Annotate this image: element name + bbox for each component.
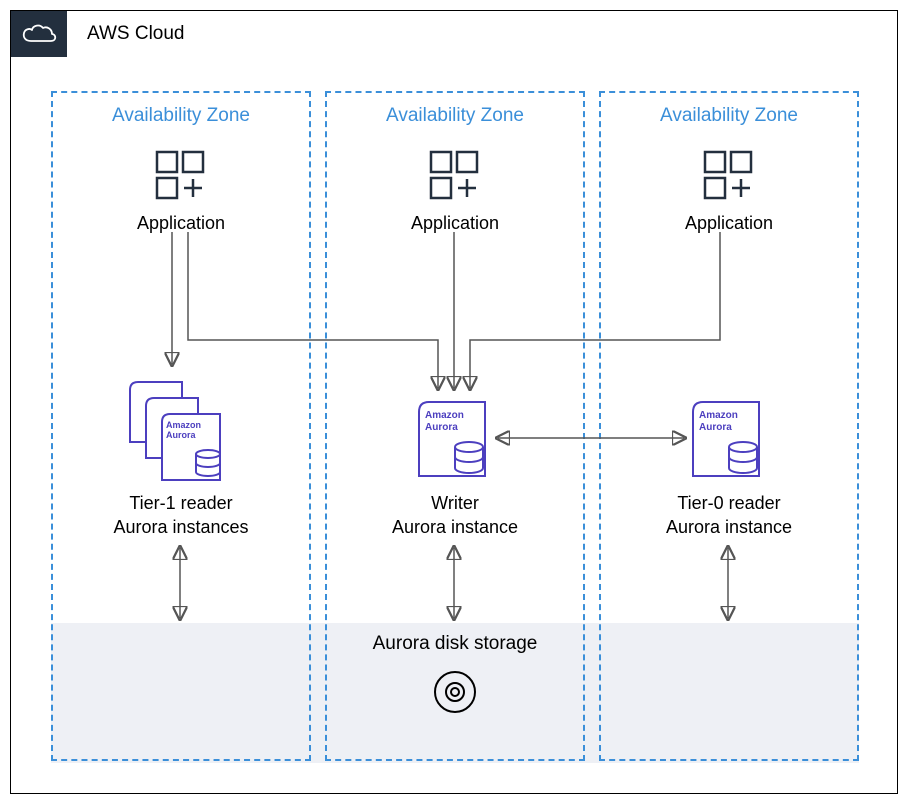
application-label: Application [601,213,857,234]
aurora-label-line2: Aurora instance [392,517,518,537]
az-title: Availability Zone [601,105,857,127]
application-icon [428,149,482,208]
aurora-label-line1: Writer [431,493,479,513]
aurora-label-line2: Aurora instances [113,517,248,537]
svg-text:Aurora: Aurora [699,422,732,433]
aurora-label-line1: Tier-0 reader [677,493,780,513]
aurora-label: Tier-0 reader Aurora instance [601,491,857,540]
svg-text:Aurora: Aurora [425,422,458,433]
aurora-label-line1: Tier-1 reader [129,493,232,513]
aurora-instance-single: Amazon Aurora [689,398,769,489]
aurora-label-line2: Aurora instance [666,517,792,537]
aurora-instance-single: Amazon Aurora [415,398,495,489]
availability-zone-3: Availability Zone Application Amazon Aur… [599,91,859,761]
diagram-canvas: AWS Cloud Aurora disk storage Availabili… [0,0,908,804]
application-label: Application [327,213,583,234]
aws-cloud-badge [11,11,67,57]
aws-cloud-frame: AWS Cloud Aurora disk storage Availabili… [10,10,898,794]
aws-cloud-title: AWS Cloud [87,23,185,45]
aurora-instance-stack: Amazon Aurora [126,378,236,493]
az-title: Availability Zone [53,105,309,127]
aurora-label: Tier-1 reader Aurora instances [53,491,309,540]
cloud-icon [20,21,58,47]
svg-text:Aurora: Aurora [166,430,196,440]
aurora-label: Writer Aurora instance [327,491,583,540]
svg-text:Amazon: Amazon [166,420,201,430]
application-label: Application [53,213,309,234]
svg-text:Amazon: Amazon [699,410,738,421]
svg-text:Amazon: Amazon [425,410,464,421]
application-icon [154,149,208,208]
az-title: Availability Zone [327,105,583,127]
availability-zone-1: Availability Zone Application [51,91,311,761]
application-icon [702,149,756,208]
availability-zone-2: Availability Zone Application Amazon Aur… [325,91,585,761]
